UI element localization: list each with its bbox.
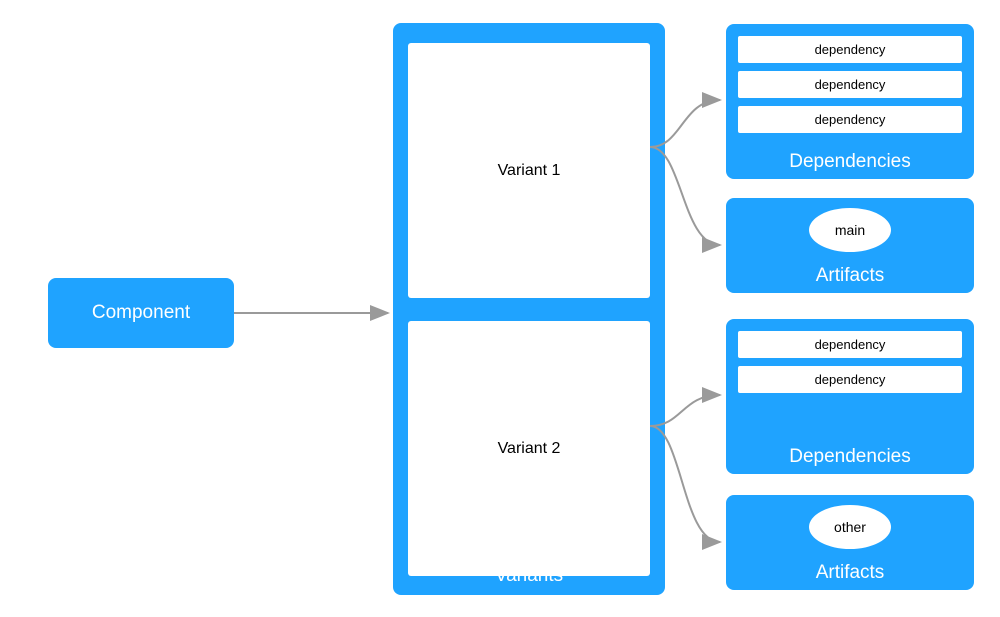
variant-2-label: Variant 2 xyxy=(498,440,561,458)
dependencies-box-1: dependency dependency dependency Depende… xyxy=(726,24,974,179)
artifact-ellipse-1: main xyxy=(809,208,891,252)
artifacts-box-2: other Artifacts xyxy=(726,495,974,590)
artifact-1-name: main xyxy=(835,222,865,238)
component-label: Component xyxy=(92,302,190,324)
dependency-item: dependency xyxy=(738,331,962,358)
artifact-2-name: other xyxy=(834,519,866,535)
artifacts-title-1: Artifacts xyxy=(726,265,974,287)
dependency-item: dependency xyxy=(738,106,962,133)
dependency-item: dependency xyxy=(738,366,962,393)
variants-title: Variants xyxy=(393,565,665,587)
artifact-ellipse-2: other xyxy=(809,505,891,549)
variant-card-2: Variant 2 xyxy=(408,321,650,576)
dependencies-box-2: dependency dependency Dependencies xyxy=(726,319,974,474)
variant-1-label: Variant 1 xyxy=(498,162,561,180)
dependencies-title-2: Dependencies xyxy=(726,446,974,468)
variant-card-1: Variant 1 xyxy=(408,43,650,298)
dependency-item: dependency xyxy=(738,36,962,63)
dependency-item: dependency xyxy=(738,71,962,98)
variants-box: Variant 1 Variant 2 Variants xyxy=(393,23,665,595)
artifacts-box-1: main Artifacts xyxy=(726,198,974,293)
component-box: Component xyxy=(48,278,234,348)
artifacts-title-2: Artifacts xyxy=(726,562,974,584)
dependencies-title-1: Dependencies xyxy=(726,151,974,173)
